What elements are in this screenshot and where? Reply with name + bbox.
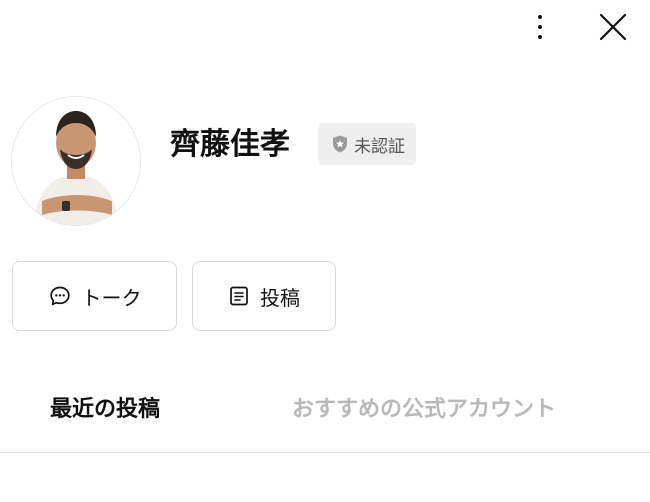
- chat-bubble-icon: [49, 286, 70, 306]
- more-options-button[interactable]: [524, 10, 556, 44]
- avatar[interactable]: [11, 96, 141, 226]
- tab-recent-posts[interactable]: 最近の投稿: [50, 390, 160, 430]
- badge-text: 未認証: [354, 136, 405, 157]
- avatar-photo: [12, 97, 140, 225]
- verification-badge: 未認証: [318, 123, 416, 165]
- tab-divider: [0, 452, 650, 453]
- shield-star-icon: [333, 135, 347, 153]
- close-button[interactable]: [596, 10, 630, 44]
- profile-name: 齊藤佳孝: [170, 127, 290, 162]
- talk-button[interactable]: トーク: [12, 261, 177, 331]
- talk-button-label: トーク: [81, 285, 142, 310]
- close-icon: [599, 13, 627, 41]
- more-vertical-icon-dot: [538, 35, 542, 39]
- posts-button[interactable]: 投稿: [192, 261, 336, 331]
- posts-button-label: 投稿: [260, 285, 300, 310]
- tab-recommended-accounts[interactable]: おすすめの公式アカウント: [292, 390, 556, 430]
- document-icon: [230, 286, 248, 306]
- more-vertical-icon: [538, 15, 542, 19]
- more-vertical-icon-dot: [538, 25, 542, 29]
